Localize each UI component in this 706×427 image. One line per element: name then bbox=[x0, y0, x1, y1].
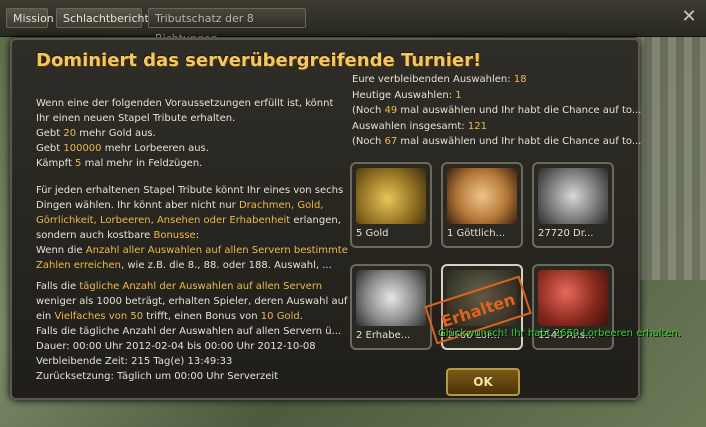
condition-lorbeeren: Gebt 100000 mehr Lorbeeren aus. bbox=[36, 143, 209, 154]
duration-text: Dauer: 00:00 Uhr 2012-02-04 bis 00:00 Uh… bbox=[36, 341, 316, 352]
tab-bar: Mission Schlachtbericht Tributschatz der… bbox=[0, 0, 706, 45]
info-text: Wenn eine der folgenden Voraussetzungen … bbox=[36, 96, 348, 384]
tribute-dialog: Dominiert das serverübergreifende Turnie… bbox=[10, 38, 681, 400]
reward-label: 2 Erhabe... bbox=[356, 330, 411, 341]
intro-text: Wenn eine der folgenden Voraussetzungen … bbox=[36, 98, 334, 124]
gold-coins-icon bbox=[356, 168, 426, 224]
bonus-condition-2: Falls die tägliche Anzahl der Auswahlen … bbox=[36, 281, 348, 322]
bonus-condition-3: Falls die tägliche Anzahl der Auswahlen … bbox=[36, 326, 342, 337]
stats-panel: Eure verbleibenden Auswahlen: 18 Heutige… bbox=[352, 72, 642, 150]
rewards-text: Für jeden erhaltenen Stapel Tribute könn… bbox=[36, 185, 344, 241]
reward-label: 1 Göttlich... bbox=[447, 228, 506, 239]
total-choices: Auswahlen insgesamt: 121 bbox=[352, 120, 487, 132]
reset-text: Zurücksetzung: Täglich um 00:00 Uhr Serv… bbox=[36, 371, 279, 382]
tab-mission[interactable]: Mission bbox=[6, 8, 54, 28]
congrats-message: Glückwunsch! Ihr habt 2660 Lorbeeren erh… bbox=[438, 328, 682, 339]
background-building bbox=[636, 20, 706, 280]
reward-slot-gold[interactable]: 5 Gold bbox=[350, 162, 432, 248]
reward-label: 5 Gold bbox=[356, 228, 389, 239]
reward-slot-goettlich[interactable]: 1 Göttlich... bbox=[441, 162, 523, 248]
remaining-time: Verbleibende Zeit: 215 Tag(e) 13:49:33 bbox=[36, 356, 233, 367]
condition-feldzuege: Kämpft 5 mal mehr in Feldzügen. bbox=[36, 158, 203, 169]
bonus-condition-1: Wenn die Anzahl aller Auswahlen auf alle… bbox=[36, 245, 348, 271]
dialog-title: Dominiert das serverübergreifende Turnie… bbox=[36, 50, 482, 71]
silver-coins-icon bbox=[538, 168, 608, 224]
today-choices: Heutige Auswahlen: 1 bbox=[352, 89, 462, 101]
remaining-choices: Eure verbleibenden Auswahlen: 18 bbox=[352, 74, 527, 85]
reward-slot-drachmen[interactable]: 27720 Dr... bbox=[532, 162, 614, 248]
reward-label: 27720 Dr... bbox=[538, 228, 594, 239]
close-icon[interactable]: ✕ bbox=[678, 6, 700, 28]
banner-icon bbox=[538, 270, 608, 326]
silver-medal-icon bbox=[356, 270, 426, 326]
tab-schlachtbericht[interactable]: Schlachtbericht bbox=[56, 8, 149, 28]
bronze-medal-icon bbox=[447, 168, 517, 224]
total-chance: (Noch 67 mal auswählen und Ihr habt die … bbox=[352, 136, 642, 147]
ok-button[interactable]: OK bbox=[446, 368, 520, 396]
tab-tributschatz[interactable]: Tributschatz der 8 Richtungen bbox=[148, 8, 306, 45]
condition-gold: Gebt 20 mehr Gold aus. bbox=[36, 128, 156, 139]
reward-slot-erhabenheit[interactable]: 2 Erhabe... bbox=[350, 264, 432, 350]
today-chance: (Noch 49 mal auswählen und Ihr habt die … bbox=[352, 105, 642, 116]
